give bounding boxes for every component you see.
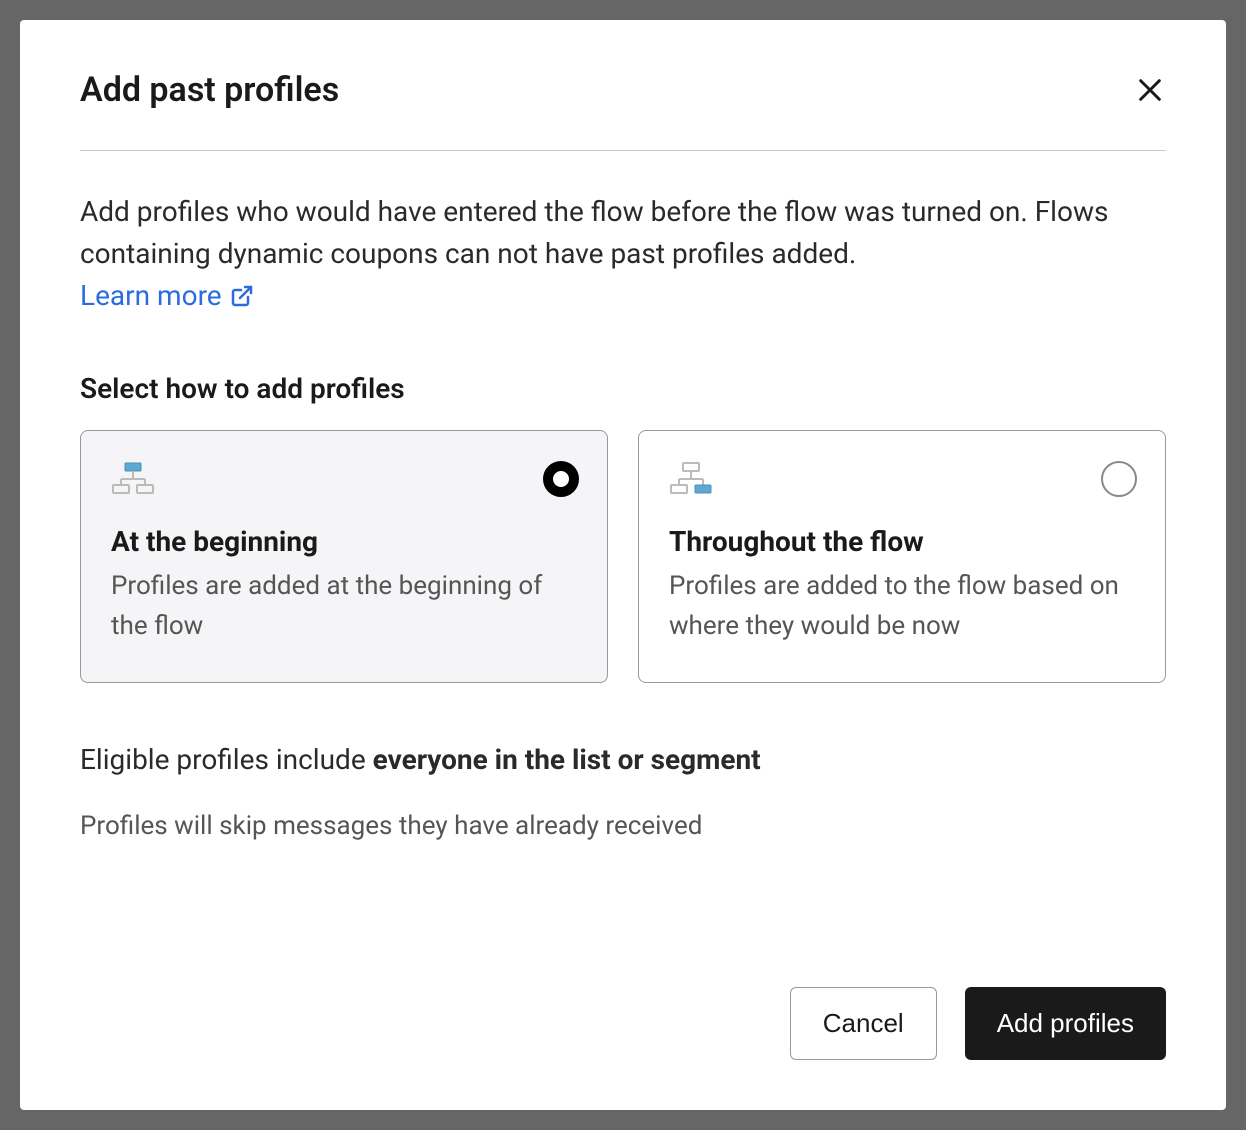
option-at-beginning[interactable]: At the beginning Profiles are added at t… [80, 430, 608, 683]
learn-more-label: Learn more [80, 279, 222, 312]
option-title: Throughout the flow [669, 525, 1135, 558]
flow-beginning-icon [111, 461, 577, 505]
option-description: Profiles are added at the beginning of t… [111, 566, 577, 647]
close-icon [1136, 76, 1164, 104]
modal-description: Add profiles who would have entered the … [80, 191, 1166, 275]
external-link-icon [230, 284, 254, 308]
eligible-section: Eligible profiles include everyone in th… [80, 743, 1166, 841]
option-throughout-flow[interactable]: Throughout the flow Profiles are added t… [638, 430, 1166, 683]
radio-selected-icon [543, 461, 579, 497]
modal-body: Add profiles who would have entered the … [80, 151, 1166, 967]
eligible-prefix: Eligible profiles include [80, 743, 373, 776]
learn-more-link[interactable]: Learn more [80, 279, 254, 312]
close-button[interactable] [1134, 74, 1166, 106]
eligible-text: Eligible profiles include everyone in th… [80, 743, 1166, 776]
radio-unselected-icon [1101, 461, 1137, 497]
add-past-profiles-modal: Add past profiles Add profiles who would… [20, 20, 1226, 1110]
modal-footer: Cancel Add profiles [80, 967, 1166, 1060]
cancel-button[interactable]: Cancel [790, 987, 937, 1060]
flow-throughout-icon [669, 461, 1135, 505]
option-title: At the beginning [111, 525, 577, 558]
eligible-bold: everyone in the list or segment [373, 743, 761, 776]
modal-title: Add past profiles [80, 70, 339, 110]
modal-header: Add past profiles [80, 70, 1166, 151]
option-description: Profiles are added to the flow based on … [669, 566, 1135, 647]
skip-note: Profiles will skip messages they have al… [80, 811, 1166, 841]
add-profiles-button[interactable]: Add profiles [965, 987, 1166, 1060]
options-container: At the beginning Profiles are added at t… [80, 430, 1166, 683]
section-label: Select how to add profiles [80, 372, 1166, 405]
